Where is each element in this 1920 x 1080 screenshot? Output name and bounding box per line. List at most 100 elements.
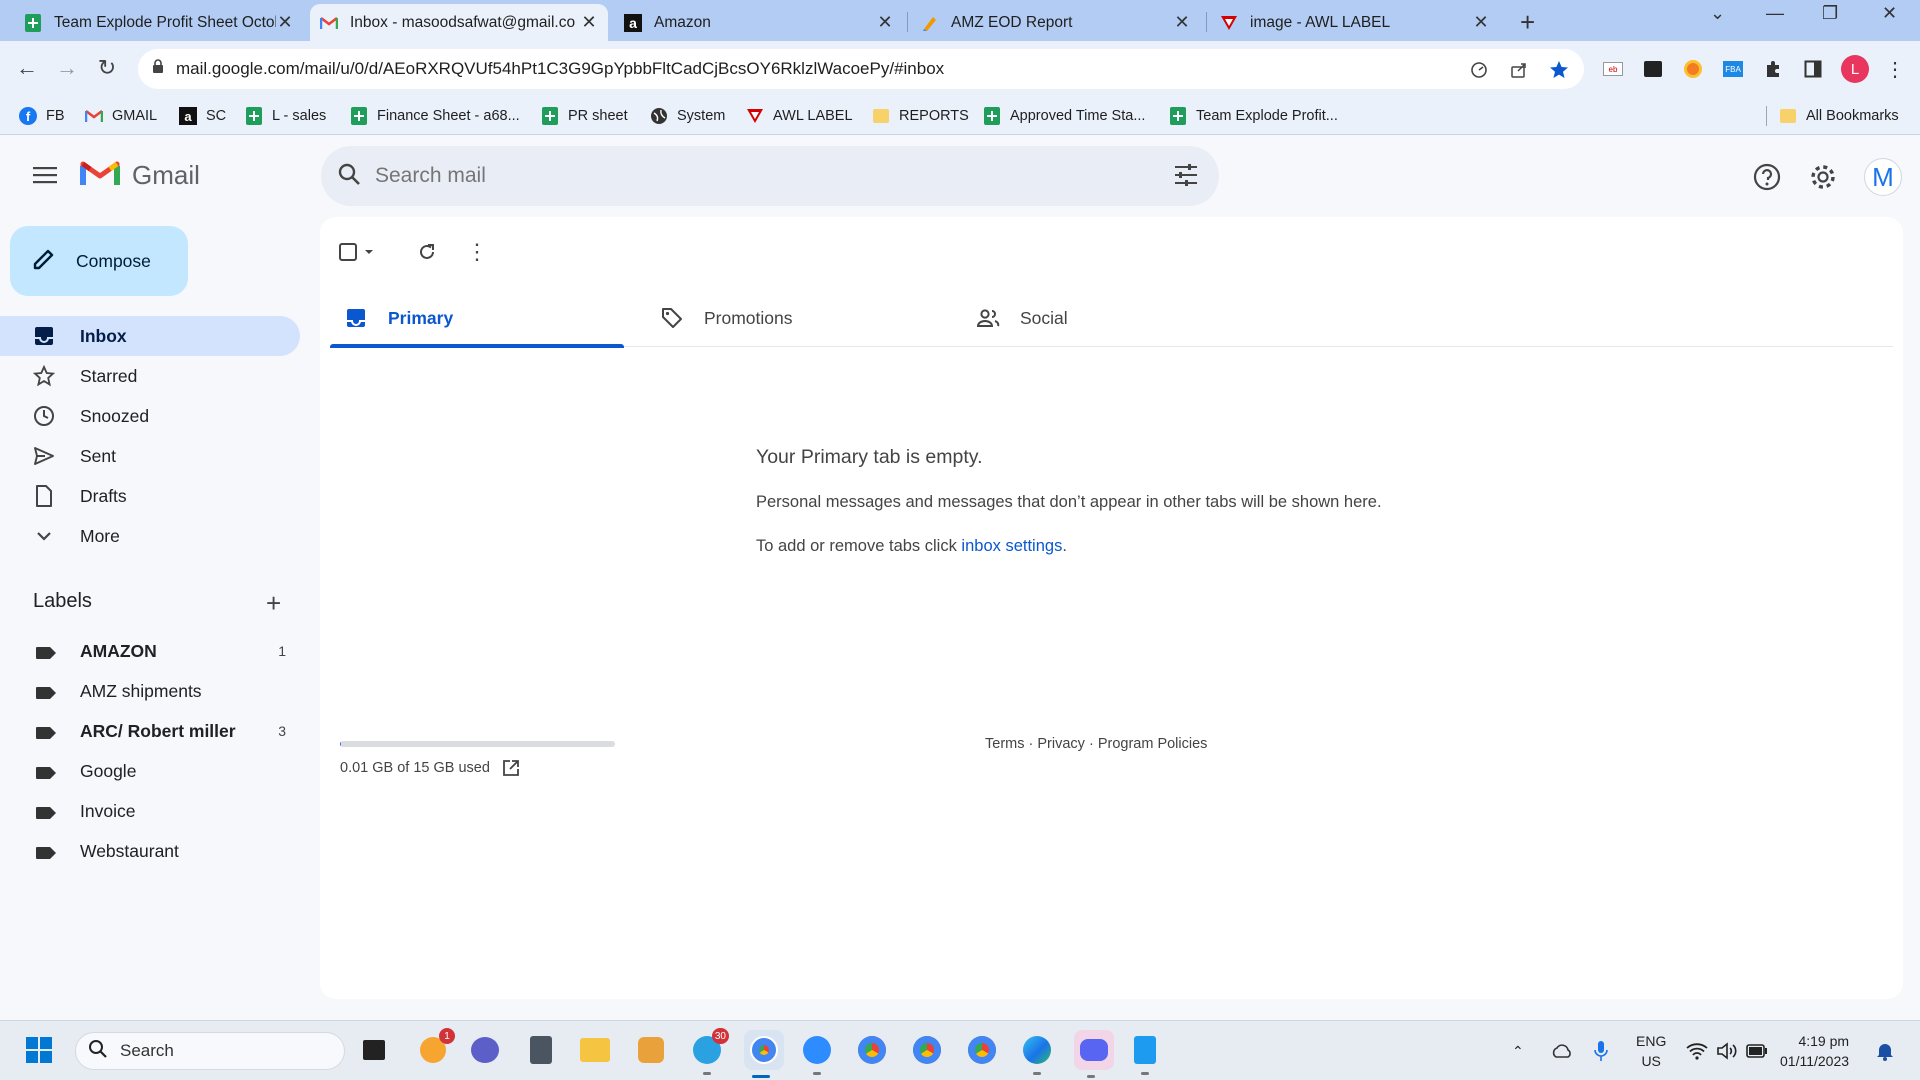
onedrive-icon[interactable] (1550, 1021, 1574, 1080)
more-options-icon[interactable]: ⋮ (460, 235, 494, 269)
extensions-puzzle-icon[interactable] (1762, 58, 1784, 80)
drive-sync-icon[interactable] (1468, 59, 1490, 81)
wifi-icon[interactable] (1686, 1021, 1708, 1080)
browser-tab-amazon[interactable]: a Amazon ✕ (614, 4, 904, 41)
label-amz-shipments[interactable]: AMZ shipments (0, 671, 300, 711)
bookmark-sc[interactable]: a SC (178, 103, 226, 129)
refresh-icon[interactable] (410, 235, 444, 269)
close-icon[interactable]: ✕ (580, 12, 598, 33)
notifications-bell-icon[interactable] (1876, 1021, 1894, 1080)
browser-tab-profit-sheet[interactable]: Team Explode Profit Sheet Octob ✕ (14, 4, 304, 41)
gmail-logo[interactable]: Gmail (80, 158, 200, 193)
extension-ebay-icon[interactable]: eb (1602, 58, 1624, 80)
sidebar-item-sent[interactable]: Sent (0, 436, 300, 476)
inbox-settings-link[interactable]: inbox settings (961, 537, 1062, 555)
chrome-profile-4-icon[interactable] (965, 1033, 999, 1067)
zoom-icon[interactable] (800, 1033, 834, 1075)
add-label-button[interactable]: + (266, 588, 281, 619)
search-input[interactable] (375, 164, 1135, 188)
all-bookmarks-button[interactable]: All Bookmarks (1778, 103, 1899, 129)
label-webstaurant[interactable]: Webstaurant (0, 831, 300, 871)
tab-primary[interactable]: Primary (330, 289, 624, 348)
sidebar-item-inbox[interactable]: Inbox (0, 316, 300, 356)
chrome-profile-2-icon[interactable] (855, 1033, 889, 1067)
chrome-icon[interactable] (744, 1030, 784, 1078)
close-icon[interactable]: ✕ (276, 12, 294, 33)
volume-icon[interactable] (1716, 1021, 1738, 1080)
forward-button[interactable]: → (50, 51, 84, 85)
telegram-icon[interactable]: 30 (690, 1028, 729, 1075)
close-icon[interactable]: ✕ (1173, 12, 1191, 33)
program-policies-link[interactable]: Program Policies (1098, 736, 1208, 752)
reload-button[interactable]: ↻ (90, 51, 124, 85)
bookmark-pr-sheet[interactable]: PR sheet (540, 103, 628, 129)
tab-social[interactable]: Social (962, 289, 1256, 347)
microphone-icon[interactable] (1594, 1021, 1608, 1080)
windows-start-icon[interactable] (22, 1033, 56, 1067)
restore-button[interactable]: ❐ (1822, 3, 1838, 24)
label-arc-robert-miller[interactable]: ARC/ Robert miller 3 (0, 711, 300, 751)
search-options-icon[interactable] (1173, 162, 1199, 193)
bookmark-awl-label[interactable]: AWL LABEL (745, 103, 853, 129)
profile-avatar[interactable]: L (1841, 55, 1869, 83)
notepad-icon[interactable] (1128, 1033, 1162, 1075)
main-menu-icon[interactable] (30, 160, 60, 190)
sidebar-item-snoozed[interactable]: Snoozed (0, 396, 300, 436)
close-window-button[interactable]: ✕ (1882, 3, 1897, 24)
extension-archive-icon[interactable] (1642, 58, 1664, 80)
sidebar-item-drafts[interactable]: Drafts (0, 476, 300, 516)
close-icon[interactable]: ✕ (876, 12, 894, 33)
extension-fba-icon[interactable]: FBA (1722, 58, 1744, 80)
bookmark-fb[interactable]: f FB (18, 103, 65, 129)
bookmark-gmail[interactable]: GMAIL (84, 103, 157, 129)
browser-tab-awl-label[interactable]: image - AWL LABEL ✕ (1210, 4, 1500, 41)
privacy-link[interactable]: Privacy (1037, 736, 1085, 752)
label-amazon[interactable]: AMAZON 1 (0, 631, 300, 671)
side-panel-icon[interactable] (1802, 58, 1824, 80)
extension-keepa-icon[interactable] (1682, 58, 1704, 80)
bookmark-l-sales[interactable]: L - sales (244, 103, 326, 129)
sidebar-item-more[interactable]: More (0, 516, 300, 556)
sidebar-item-starred[interactable]: Starred (0, 356, 300, 396)
address-bar[interactable]: mail.google.com/mail/u/0/d/AEoRXRQVUf54h… (138, 49, 1584, 89)
task-view-icon[interactable] (357, 1033, 391, 1067)
back-button[interactable]: ← (10, 51, 44, 85)
taskbar-search[interactable]: Search (75, 1032, 345, 1070)
compose-button[interactable]: Compose (10, 226, 188, 296)
system-clock[interactable]: 4:19 pm 01/11/2023 (1780, 1031, 1849, 1071)
new-tab-button[interactable]: + (1520, 7, 1535, 38)
tab-search-icon[interactable]: ⌄ (1710, 3, 1725, 24)
battery-icon[interactable] (1746, 1021, 1768, 1080)
file-explorer-icon[interactable] (578, 1033, 612, 1067)
weather-widget-icon[interactable]: 1 (416, 1028, 455, 1067)
settings-gear-icon[interactable] (1806, 160, 1840, 194)
bookmark-team-explode[interactable]: Team Explode Profit... (1168, 103, 1338, 129)
bookmark-finance-sheet[interactable]: Finance Sheet - a68... (349, 103, 520, 129)
tab-promotions[interactable]: Promotions (646, 289, 940, 347)
app-basket-icon[interactable] (634, 1033, 668, 1067)
input-language-indicator[interactable]: ENG US (1636, 1031, 1666, 1071)
edge-icon[interactable] (1020, 1033, 1054, 1075)
minimize-button[interactable]: — (1766, 3, 1784, 24)
bookmark-star-icon[interactable] (1548, 59, 1570, 81)
bookmark-approved-time[interactable]: Approved Time Sta... (982, 103, 1145, 129)
teams-chat-icon[interactable] (468, 1033, 502, 1067)
chrome-profile-3-icon[interactable] (910, 1033, 944, 1067)
show-hidden-icons[interactable]: ⌃ (1512, 1021, 1524, 1080)
search-bar[interactable] (321, 146, 1219, 206)
terms-link[interactable]: Terms (985, 736, 1024, 752)
browser-tab-eod-report[interactable]: AMZ EOD Report ✕ (911, 4, 1201, 41)
search-icon[interactable] (337, 162, 361, 191)
lock-icon[interactable] (152, 59, 164, 79)
bookmark-system[interactable]: System (649, 103, 725, 129)
share-icon[interactable] (1508, 59, 1530, 81)
help-icon[interactable] (1750, 160, 1784, 194)
bookmark-reports[interactable]: REPORTS (871, 103, 969, 129)
chrome-menu-icon[interactable]: ⋮ (1884, 58, 1906, 81)
close-icon[interactable]: ✕ (1472, 12, 1490, 33)
select-all-checkbox[interactable] (332, 235, 382, 269)
calculator-icon[interactable] (524, 1033, 558, 1067)
label-google[interactable]: Google (0, 751, 300, 791)
browser-tab-gmail[interactable]: Inbox - masoodsafwat@gmail.co ✕ (310, 4, 608, 41)
account-avatar[interactable]: M (1864, 158, 1902, 196)
